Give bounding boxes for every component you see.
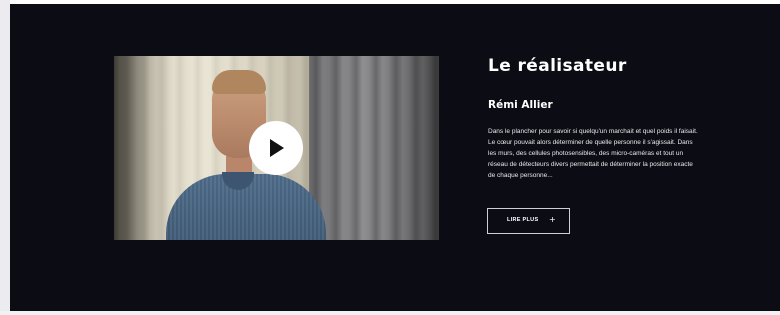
director-name: Rémi Allier	[488, 99, 553, 111]
window-edge	[0, 0, 10, 315]
play-button[interactable]	[249, 121, 303, 175]
section-title: Le réalisateur	[488, 56, 627, 76]
read-more-button[interactable]: LIRE PLUS +	[487, 208, 570, 234]
read-more-label: LIRE PLUS	[507, 217, 539, 223]
director-bio: Dans le plancher pour savoir si quelqu'u…	[488, 128, 698, 180]
plus-icon: +	[549, 215, 556, 224]
video-player[interactable]	[114, 56, 439, 240]
page-bottom-edge	[0, 311, 780, 315]
play-icon	[270, 139, 284, 157]
